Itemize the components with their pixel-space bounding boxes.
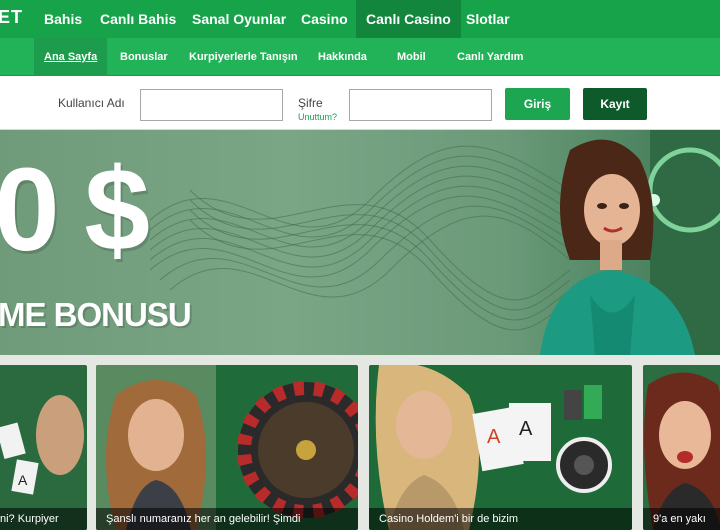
game-tile[interactable]: 9'a en yakı bbox=[643, 365, 720, 530]
dealer-image bbox=[540, 130, 720, 355]
register-button[interactable]: Kayıt bbox=[583, 88, 647, 120]
password-input[interactable] bbox=[349, 89, 492, 121]
subnav-item-kurpiyerler[interactable]: Kurpiyerlerle Tanışın bbox=[189, 38, 298, 76]
subnav-item-ana-sayfa[interactable]: Ana Sayfa bbox=[34, 38, 108, 76]
top-nav: ET Bahis Canlı Bahis Sanal Oyunlar Casin… bbox=[0, 0, 720, 38]
sub-nav: Ana Sayfa Bonuslar Kurpiyerlerle Tanışın… bbox=[0, 38, 720, 76]
nav-item-canli-casino[interactable]: Canlı Casino bbox=[356, 0, 461, 38]
nav-item-bahis[interactable]: Bahis bbox=[44, 0, 82, 38]
brand-logo[interactable]: ET bbox=[0, 7, 23, 28]
tile-image bbox=[96, 365, 358, 530]
subnav-item-canli-yardim[interactable]: Canlı Yardım bbox=[457, 38, 523, 76]
nav-item-canli-bahis[interactable]: Canlı Bahis bbox=[100, 0, 176, 38]
tile-image: A bbox=[0, 365, 87, 530]
svg-text:A: A bbox=[487, 426, 501, 448]
tile-caption: 9'a en yakı bbox=[643, 508, 720, 530]
game-tile[interactable]: Şanslı numaranız her an gelebilir! Şimdi bbox=[96, 365, 358, 530]
nav-item-sanal-oyunlar[interactable]: Sanal Oyunlar bbox=[192, 0, 286, 38]
nav-item-slotlar[interactable]: Slotlar bbox=[466, 0, 510, 38]
nav-item-casino[interactable]: Casino bbox=[301, 0, 348, 38]
svg-text:A: A bbox=[519, 418, 533, 440]
subnav-item-hakkinda[interactable]: Hakkında bbox=[318, 38, 367, 76]
hero-amount: 0 $ bbox=[0, 144, 150, 276]
forgot-password-link[interactable]: Unuttum? bbox=[298, 112, 337, 122]
subnav-item-bonuslar[interactable]: Bonuslar bbox=[120, 38, 168, 76]
game-tile[interactable]: A ni? Kurpiyer bbox=[0, 365, 87, 530]
tile-image: A A bbox=[369, 365, 632, 530]
game-tile[interactable]: A A Casino Holdem'i bir de bizim bbox=[369, 365, 632, 530]
tile-image bbox=[643, 365, 720, 530]
username-label: Kullanıcı Adı bbox=[58, 96, 125, 110]
svg-text:A: A bbox=[18, 472, 28, 488]
subnav-item-mobil[interactable]: Mobil bbox=[397, 38, 426, 76]
tile-caption: Casino Holdem'i bir de bizim bbox=[369, 508, 632, 530]
hero-subtitle: ME BONUSU bbox=[0, 296, 192, 333]
password-label: Şifre bbox=[298, 96, 323, 110]
tile-caption: ni? Kurpiyer bbox=[0, 508, 87, 530]
login-button[interactable]: Giriş bbox=[505, 88, 570, 120]
game-tiles: A ni? Kurpiyer Şanslı numaranız her an g… bbox=[0, 355, 720, 530]
wave-decoration bbox=[150, 145, 570, 331]
username-input[interactable] bbox=[140, 89, 283, 121]
tile-caption: Şanslı numaranız her an gelebilir! Şimdi bbox=[96, 508, 358, 530]
login-bar: Kullanıcı Adı Şifre Unuttum? Giriş Kayıt bbox=[0, 76, 720, 130]
hero-banner[interactable]: 0 $ ME BONUSU bbox=[0, 130, 720, 355]
